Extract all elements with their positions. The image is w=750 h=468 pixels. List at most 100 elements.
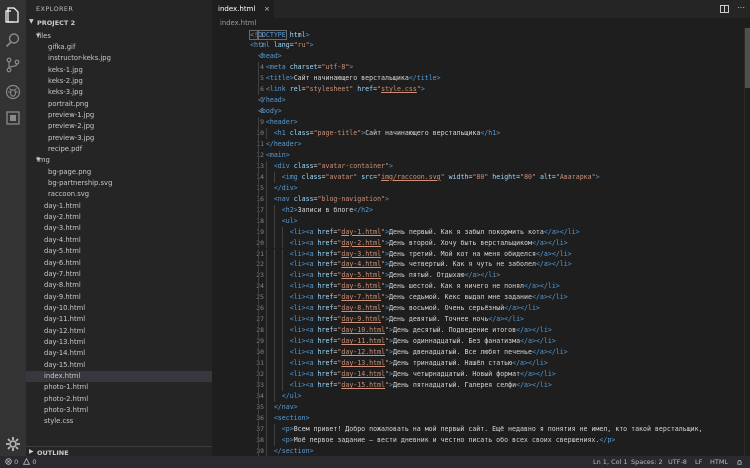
search-icon[interactable]: [3, 30, 23, 50]
tree-file[interactable]: day-9.html: [26, 292, 212, 303]
tree-folder[interactable]: ▼ img: [26, 155, 212, 166]
code-line[interactable]: <li><a href="day-10.html">День десятый. …: [250, 325, 552, 336]
tree-file[interactable]: day-10.html: [26, 303, 212, 314]
tree-file[interactable]: bg-partnership.svg: [26, 178, 212, 189]
tree-file[interactable]: keks-1.jpg: [26, 65, 212, 76]
problems-indicator[interactable]: 0 0: [5, 457, 37, 466]
code-line[interactable]: <title>Сайт начинающего верстальщика</ti…: [250, 73, 441, 84]
scrollbar[interactable]: [744, 28, 750, 456]
code-line[interactable]: </section>: [250, 446, 314, 457]
split-editor-icon[interactable]: [720, 5, 729, 13]
tree-file[interactable]: day-8.html: [26, 280, 212, 291]
tree-file[interactable]: raccoon.svg: [26, 189, 212, 200]
code-line[interactable]: <div class="avatar-container">: [250, 161, 393, 172]
code-line[interactable]: <li><a href="day-2.html">День второй. Хо…: [250, 238, 568, 249]
explorer-icon[interactable]: [3, 5, 23, 25]
code-line[interactable]: <li><a href="day-3.html">День третий. Мо…: [250, 249, 572, 260]
code-line[interactable]: <li><a href="day-5.html">День пятый. Отд…: [250, 270, 501, 281]
code-line[interactable]: <body>: [250, 106, 282, 117]
code-line[interactable]: <link rel="stylesheet" href="style.css">: [250, 84, 425, 95]
code-line[interactable]: <img class="avatar" src="img/raccoon.svg…: [250, 172, 600, 183]
code-line[interactable]: <p>Моё первое задание — вести дневник и …: [250, 435, 616, 446]
code-line[interactable]: <li><a href="day-13.html">День тринадцат…: [250, 358, 548, 369]
tree-file[interactable]: portrait.png: [26, 99, 212, 110]
code-line[interactable]: <li><a href="day-1.html">День первый. Ка…: [250, 227, 580, 238]
code-token: <a: [305, 326, 314, 335]
code-line[interactable]: <li><a href="day-6.html">День шестой. Ка…: [250, 281, 560, 292]
code-line[interactable]: <h1 class="page-title">Сайт начинающего …: [250, 128, 500, 139]
breadcrumb[interactable]: index.html: [220, 19, 256, 27]
tree-file[interactable]: photo-2.html: [26, 394, 212, 405]
code-line[interactable]: <li><a href="day-8.html">День восьмой. О…: [250, 303, 540, 314]
code-line[interactable]: <head>: [250, 51, 282, 62]
tree-file[interactable]: day-4.html: [26, 235, 212, 246]
tree-file[interactable]: day-12.html: [26, 326, 212, 337]
tree-file[interactable]: day-3.html: [26, 223, 212, 234]
close-icon[interactable]: ×: [264, 0, 270, 18]
code-line[interactable]: <meta charset="utf-8">: [250, 62, 353, 73]
tree-file[interactable]: instructor-keks.jpg: [26, 53, 212, 64]
code-token: День первый. Как я забыл покормить кота: [389, 227, 544, 236]
code-line[interactable]: <li><a href="day-14.html">День четырнадц…: [250, 369, 556, 380]
tree-file[interactable]: keks-3.jpg: [26, 87, 212, 98]
code-line[interactable]: <li><a href="day-9.html">День девятый. Т…: [250, 314, 524, 325]
tree-file[interactable]: index.html: [26, 371, 212, 383]
tree-file[interactable]: photo-3.html: [26, 405, 212, 416]
project-section-header[interactable]: ▼ PROJECT 2: [26, 18, 212, 29]
tree-file[interactable]: day-7.html: [26, 269, 212, 280]
tab-index-html[interactable]: index.html ×: [212, 0, 274, 18]
gear-icon[interactable]: [3, 434, 23, 454]
indentation[interactable]: Spaces: 2: [631, 458, 663, 466]
tree-item-label: keks-2.jpg: [48, 76, 83, 85]
scrollbar-thumb[interactable]: [745, 28, 750, 88]
notifications-icon[interactable]: [736, 459, 743, 466]
code-line[interactable]: <li><a href="day-11.html">День одиннадца…: [250, 336, 556, 347]
code-line[interactable]: <li><a href="day-7.html">День седьмой. К…: [250, 292, 568, 303]
tree-file[interactable]: day-5.html: [26, 246, 212, 257]
indent-guide: [265, 171, 267, 183]
tree-file[interactable]: gifka.gif: [26, 42, 212, 53]
code-line[interactable]: <li><a href="day-4.html">День четвертый.…: [250, 259, 572, 270]
line-ending[interactable]: LF: [695, 458, 702, 466]
tree-file[interactable]: preview-3.jpg: [26, 133, 212, 144]
tree-file[interactable]: preview-2.jpg: [26, 121, 212, 132]
code-token: </a></li>: [535, 260, 572, 269]
tree-file[interactable]: day-6.html: [26, 258, 212, 269]
tree-file[interactable]: day-11.html: [26, 314, 212, 325]
tree-file[interactable]: preview-1.jpg: [26, 110, 212, 121]
code-line[interactable]: <li><a href="day-12.html">День двенадцат…: [250, 347, 568, 358]
tree-file[interactable]: day-2.html: [26, 212, 212, 223]
tree-file[interactable]: day-1.html: [26, 201, 212, 212]
extensions-icon[interactable]: [3, 108, 23, 128]
language-mode[interactable]: HTML: [710, 458, 728, 466]
more-actions-icon[interactable]: ⋯: [737, 3, 745, 12]
tree-file[interactable]: recipe.pdf: [26, 144, 212, 155]
indent-guide: [273, 248, 275, 260]
code-line[interactable]: <html lang="ru">: [250, 40, 314, 51]
debug-icon[interactable]: [3, 82, 23, 102]
cursor-position[interactable]: Ln 1, Col 1: [593, 458, 628, 466]
indent-guide: [257, 62, 259, 74]
code-line[interactable]: </head>: [250, 95, 286, 106]
code-line[interactable]: <h2>Записи в блоге</h2>: [250, 205, 373, 216]
code-line[interactable]: <p>Всем привет! Добро пожаловать на мой …: [250, 424, 703, 435]
tree-file[interactable]: bg-page.png: [26, 167, 212, 178]
tree-file[interactable]: style.css: [26, 416, 212, 427]
encoding[interactable]: UTF-8: [668, 458, 687, 466]
indent-guide: [281, 270, 283, 282]
tree-file[interactable]: day-14.html: [26, 348, 212, 359]
tree-file[interactable]: day-15.html: [26, 360, 212, 371]
code-line[interactable]: <main>: [250, 150, 290, 161]
code-line[interactable]: <!DOCTYPE html>: [249, 29, 310, 41]
code-line[interactable]: <nav class="blog-navigation">: [250, 194, 389, 205]
tree-file[interactable]: day-13.html: [26, 337, 212, 348]
tree-folder[interactable]: ▼ files: [26, 31, 212, 42]
code-line[interactable]: <li><a href="day-15.html">День пятнадцат…: [250, 380, 552, 391]
tree-file[interactable]: photo-1.html: [26, 382, 212, 393]
tree-file[interactable]: keks-2.jpg: [26, 76, 212, 87]
source-control-icon[interactable]: [3, 55, 23, 75]
indent-guide: [257, 358, 259, 369]
